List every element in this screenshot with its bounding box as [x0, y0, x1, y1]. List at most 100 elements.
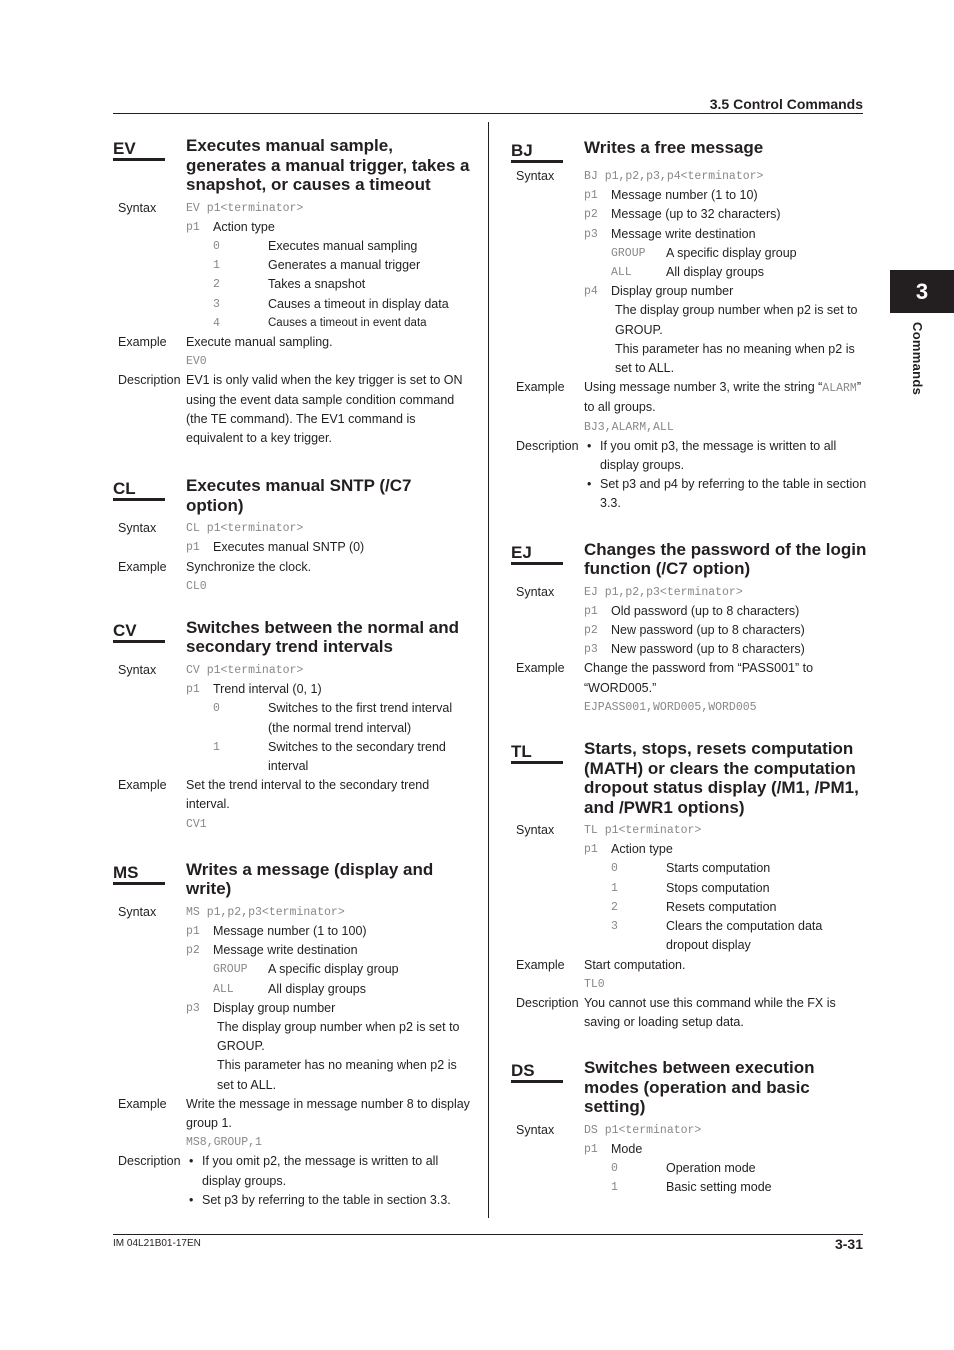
- param-text: Message write destination: [213, 943, 358, 958]
- syntax-code: MS p1,p2,p3<terminator>: [186, 905, 345, 919]
- param-text: Action type: [611, 842, 673, 857]
- syntax-label: Syntax: [118, 521, 157, 536]
- option-key: 0: [611, 1162, 618, 1176]
- command-code: EJ: [511, 542, 563, 565]
- option-key: 1: [213, 740, 220, 754]
- example-label: Example: [516, 661, 565, 676]
- description-bullet: Set p3 and p4 by referring to the table …: [600, 477, 867, 511]
- chapter-tab-number: 3: [890, 270, 954, 313]
- option-text: Executes manual sampling: [268, 238, 418, 253]
- option-text: Causes a timeout in display data: [268, 296, 449, 311]
- command-code: CV: [113, 620, 165, 643]
- param-key: p2: [584, 208, 598, 222]
- header-rule: [113, 113, 863, 114]
- option-text: Basic setting mode: [666, 1180, 772, 1195]
- example-code: CL0: [186, 579, 207, 593]
- description-label: Description: [516, 995, 579, 1010]
- command-cv: CV Switches between the normal and secon…: [113, 618, 473, 834]
- option-key: 4: [213, 316, 220, 330]
- syntax-code: BJ p1,p2,p3,p4<terminator>: [584, 170, 764, 183]
- param-text: Mode: [611, 1142, 643, 1157]
- option-text: All display groups: [666, 265, 764, 280]
- param-key: p1: [186, 220, 200, 234]
- command-title: Executes manual sample, generates a manu…: [186, 136, 470, 194]
- option-text: Operation mode: [666, 1161, 756, 1176]
- example-code: EV0: [186, 355, 207, 369]
- command-bj: BJ Writes a free message Syntax BJ p1,p2…: [511, 138, 871, 514]
- description-bullet: Set p3 by referring to the table in sect…: [202, 1192, 451, 1207]
- command-code: EV: [113, 138, 165, 161]
- example-code: CV1: [186, 817, 207, 831]
- command-cl: CL Executes manual SNTP (/C7 option) Syn…: [113, 476, 473, 596]
- description-text: You cannot use this command while the FX…: [584, 995, 836, 1030]
- bullet: •: [587, 477, 592, 492]
- option-key: 0: [213, 239, 220, 253]
- option-text: A specific display group: [268, 962, 399, 977]
- param-note: The display group number when p2 is set …: [217, 1020, 460, 1054]
- example-code: TL0: [584, 977, 605, 991]
- param-key: p1: [584, 189, 598, 203]
- param-note: This parameter has no meaning when p2 is…: [217, 1058, 457, 1092]
- syntax-code: TL p1<terminator>: [584, 824, 702, 838]
- param-key: p2: [186, 944, 200, 958]
- description-label: Description: [118, 373, 181, 388]
- param-note: The display group number when p2 is set …: [615, 303, 858, 337]
- left-column: EV Executes manual sample, generates a m…: [113, 136, 473, 1232]
- command-code: MS: [113, 862, 165, 885]
- param-key: p3: [584, 227, 598, 241]
- section-title: 3.5 Control Commands: [709, 96, 863, 112]
- description-label: Description: [118, 1154, 181, 1169]
- option-key: GROUP: [611, 246, 646, 260]
- option-text: A specific display group: [666, 245, 797, 260]
- example-text: Synchronize the clock.: [186, 559, 312, 574]
- chapter-tab-label: Commands: [910, 322, 925, 396]
- param-text: Action type: [213, 219, 275, 234]
- option-text: Clears the computation data dropout disp…: [666, 919, 823, 953]
- syntax-label: Syntax: [118, 904, 157, 919]
- command-ej: EJ Changes the password of the login fun…: [511, 540, 871, 717]
- command-ev: EV Executes manual sample, generates a m…: [113, 136, 473, 448]
- example-label: Example: [516, 380, 565, 395]
- param-text: Trend interval (0, 1): [213, 682, 322, 697]
- bullet: •: [189, 1154, 194, 1169]
- column-divider: [488, 122, 489, 1218]
- param-text: Message write destination: [611, 226, 756, 241]
- description-label: Description: [516, 438, 579, 453]
- syntax-code: EJ p1,p2,p3<terminator>: [584, 585, 743, 599]
- param-key: p4: [584, 285, 598, 299]
- command-code: TL: [511, 741, 563, 765]
- param-key: p1: [584, 604, 598, 618]
- option-text: All display groups: [268, 981, 366, 996]
- command-code: DS: [511, 1060, 563, 1084]
- option-key: 3: [611, 920, 618, 934]
- param-text: Message number (1 to 10): [611, 188, 758, 203]
- example-code: EJPASS001,WORD005,WORD005: [584, 700, 757, 714]
- command-title: Switches between the normal and secondar…: [186, 617, 460, 657]
- syntax-code: CV p1<terminator>: [186, 663, 304, 677]
- option-key: ALL: [213, 982, 234, 996]
- bullet: •: [587, 438, 592, 453]
- command-title: Starts, stops, resets computation (MATH)…: [584, 739, 859, 817]
- param-key: p3: [584, 643, 598, 657]
- example-text: Write the message in message number 8 to…: [186, 1096, 470, 1131]
- option-text: Switches to the secondary trend interval: [268, 739, 446, 773]
- example-code: MS8,GROUP,1: [186, 1136, 262, 1150]
- example-label: Example: [118, 334, 167, 349]
- command-title: Executes manual SNTP (/C7 option): [186, 476, 412, 515]
- syntax-label: Syntax: [516, 584, 555, 599]
- description-text: EV1 is only valid when the key trigger i…: [186, 373, 463, 445]
- example-label: Example: [118, 778, 167, 793]
- bullet: •: [189, 1192, 194, 1207]
- param-text: Display group number: [611, 284, 734, 299]
- option-key: ALL: [611, 266, 632, 280]
- command-title: Changes the password of the login functi…: [584, 539, 867, 579]
- syntax-label: Syntax: [118, 200, 157, 215]
- option-key: 1: [611, 1181, 618, 1195]
- right-column: BJ Writes a free message Syntax BJ p1,p2…: [511, 136, 871, 1220]
- syntax-code: DS p1<terminator>: [584, 1123, 702, 1137]
- command-code: CL: [113, 478, 165, 502]
- syntax-label: Syntax: [516, 1122, 555, 1137]
- page-number: 3-31: [834, 1236, 863, 1252]
- param-key: p1: [584, 1143, 598, 1157]
- footer-doc-id: IM 04L21B01-17EN: [113, 1238, 201, 1249]
